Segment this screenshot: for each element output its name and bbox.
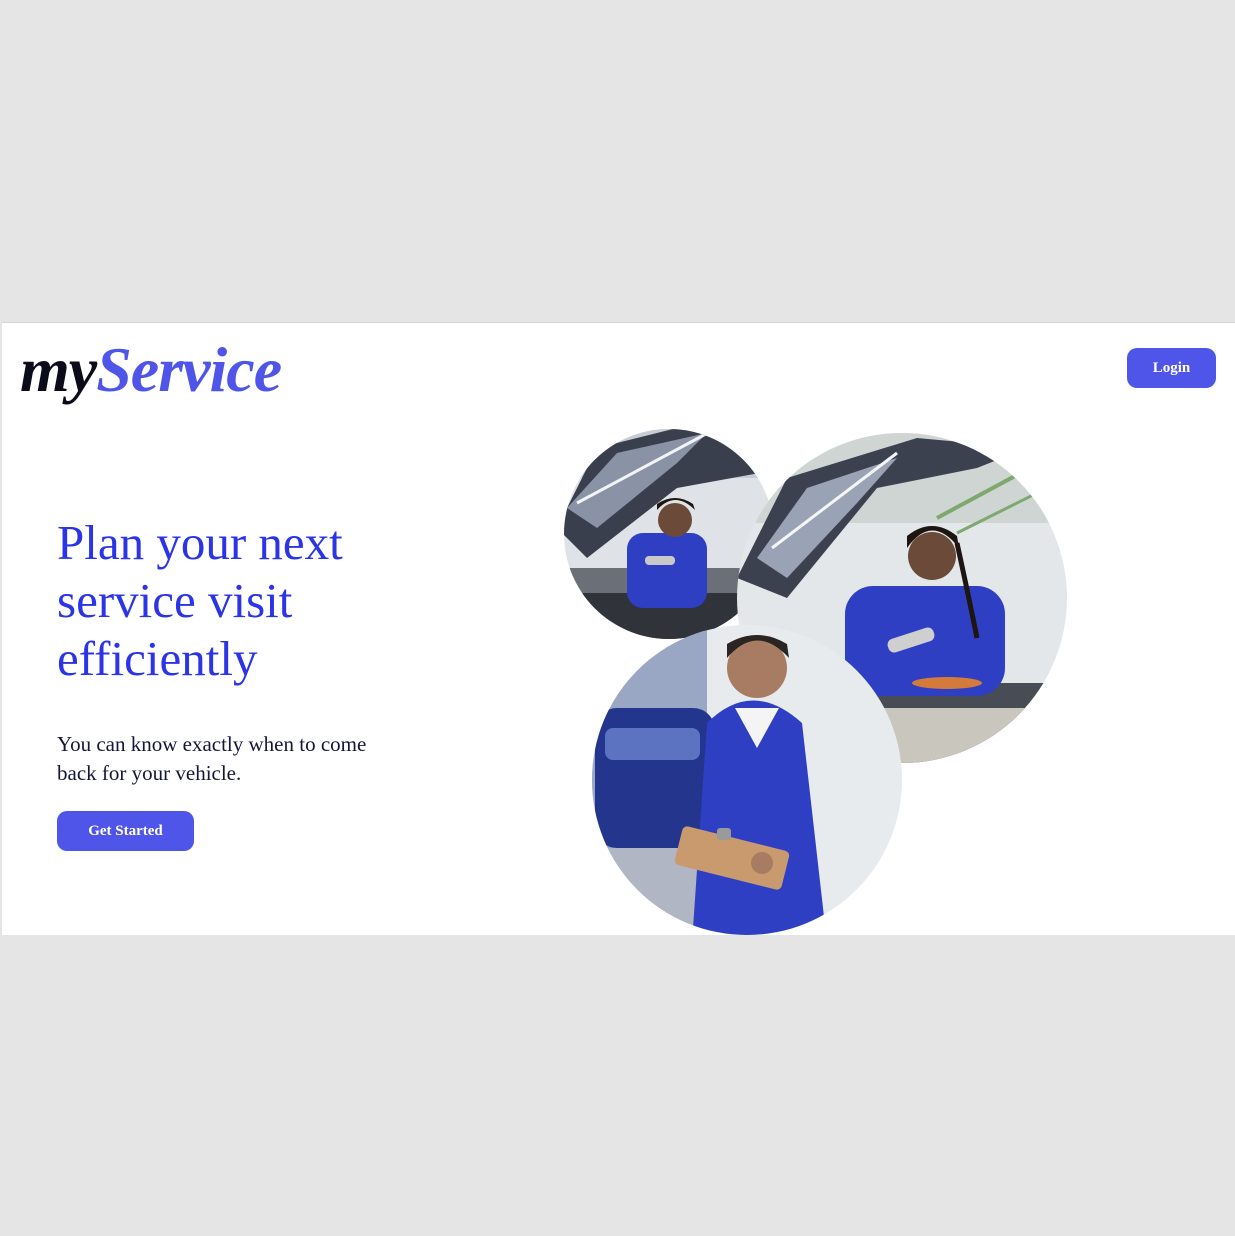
logo-service-text: Service xyxy=(96,334,282,405)
landing-page: myService Login Plan your next service v… xyxy=(2,322,1235,935)
screen-backdrop: myService Login Plan your next service v… xyxy=(0,0,1235,1236)
login-button[interactable]: Login xyxy=(1127,348,1216,388)
hero-headline: Plan your next service visit efficiently xyxy=(57,515,343,686)
get-started-button[interactable]: Get Started xyxy=(57,811,194,851)
logo-my-text: my xyxy=(20,334,97,405)
photo-collage xyxy=(557,408,1097,935)
hero-subtext: You can know exactly when to come back f… xyxy=(57,732,367,785)
brand-logo[interactable]: myService xyxy=(20,329,282,411)
